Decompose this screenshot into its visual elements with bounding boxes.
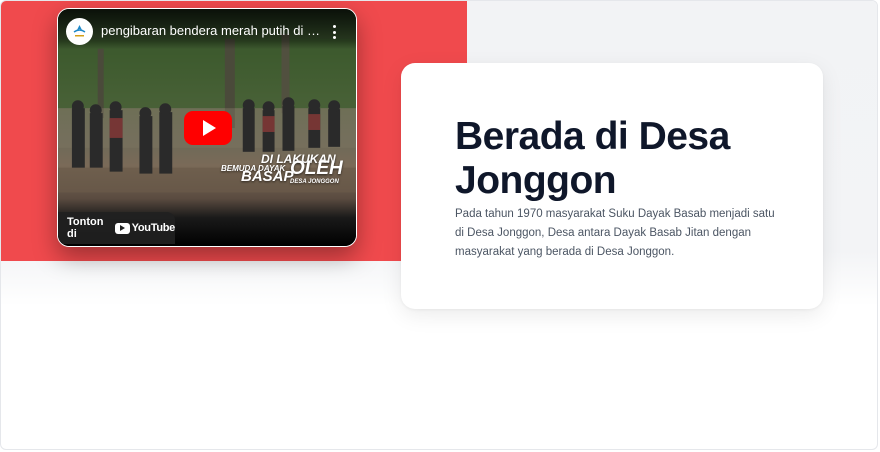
channel-logo-icon — [73, 25, 86, 37]
channel-avatar[interactable] — [66, 18, 93, 45]
overlay-text-line: OLEH — [290, 158, 343, 179]
video-header: pengibaran bendera merah putih di wi... — [58, 9, 356, 49]
youtube-wordmark: YouTube — [131, 222, 176, 234]
page-frame: DI LAKUKAN BEMUDA DAYAK OLEH BASAP DESA … — [0, 0, 878, 450]
overlay-text-line: BASAP — [241, 168, 294, 185]
more-vertical-icon[interactable] — [332, 25, 336, 39]
info-card: Berada di Desa Jonggon Pada tahun 1970 m… — [401, 63, 823, 309]
watch-on-youtube-button[interactable]: Tonton di YouTube — [58, 212, 175, 244]
youtube-icon — [114, 222, 130, 234]
play-button[interactable] — [184, 111, 232, 145]
section-heading: Berada di Desa Jonggon — [455, 115, 730, 202]
video-title[interactable]: pengibaran bendera merah putih di wi... — [101, 23, 323, 38]
youtube-embed[interactable]: DI LAKUKAN BEMUDA DAYAK OLEH BASAP DESA … — [57, 8, 357, 247]
youtube-logo: YouTube — [114, 222, 176, 234]
section-description: Pada tahun 1970 masyarakat Suku Dayak Ba… — [455, 208, 775, 258]
overlay-text-line: DESA JONGGON — [290, 179, 339, 185]
watch-on-label: Tonton di — [67, 216, 104, 240]
play-icon — [203, 120, 216, 136]
